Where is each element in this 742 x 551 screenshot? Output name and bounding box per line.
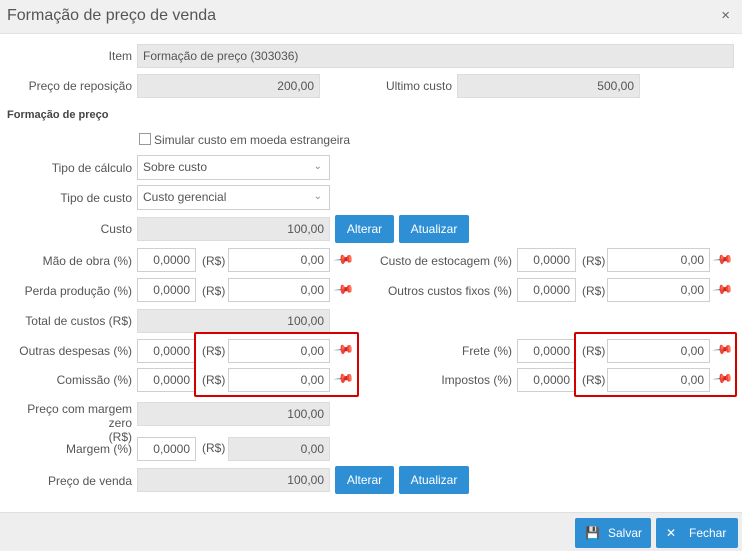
simular-label: Simular custo em moeda estrangeira	[154, 133, 351, 147]
tipo-custo-select[interactable]: Custo gerencial ⌄	[137, 185, 330, 210]
pin-icon[interactable]: 📌	[712, 279, 734, 302]
ultimo-custo-field: 500,00	[457, 74, 640, 98]
dialog-footer: 💾 Salvar ✕ Fechar	[0, 512, 742, 551]
preco-venda-alterar-button[interactable]: Alterar	[335, 466, 394, 494]
salvar-button[interactable]: 💾 Salvar	[575, 518, 651, 548]
preco-margem-zero-label-line1: Preço com margem zero	[27, 402, 132, 430]
tipo-calculo-label: Tipo de cálculo	[51, 161, 132, 175]
comissao-pct-input[interactable]: 0,0000	[137, 368, 196, 392]
margem-rs-field: 0,00	[228, 437, 330, 461]
frete-pct-input[interactable]: 0,0000	[517, 339, 576, 363]
margem-pct-input[interactable]: 0,0000	[137, 437, 196, 461]
mao-obra-rs-input[interactable]: 0,00	[228, 248, 330, 272]
outros-custos-fixos-label: Outros custos fixos (%)	[387, 284, 512, 298]
impostos-pct-input[interactable]: 0,0000	[517, 368, 576, 392]
custo-estocagem-pct-input[interactable]: 0,0000	[517, 248, 576, 272]
impostos-label: Impostos (%)	[441, 373, 512, 387]
preco-venda-atualizar-button[interactable]: Atualizar	[399, 466, 469, 494]
comissao-rs-input[interactable]: 0,00	[228, 368, 330, 392]
preco-venda-field: 100,00	[137, 468, 330, 492]
section-title: Formação de preço	[7, 109, 109, 121]
preco-reposicao-label: Preço de reposição	[28, 79, 132, 93]
preco-margem-zero-label: Preço com margem zero (R$)	[2, 402, 132, 444]
perda-producao-rs-input[interactable]: 0,00	[228, 278, 330, 302]
currency-label: (R$)	[582, 373, 606, 387]
pin-icon[interactable]: 📌	[333, 368, 355, 391]
currency-label: (R$)	[582, 344, 606, 358]
custo-field: 100,00	[137, 217, 330, 241]
mao-obra-label: Mão de obra (%)	[42, 254, 132, 268]
fechar-button[interactable]: ✕ Fechar	[656, 518, 738, 548]
currency-label: (R$)	[202, 441, 226, 455]
total-custos-label: Total de custos (R$)	[25, 314, 132, 328]
outras-despesas-label: Outras despesas (%)	[19, 344, 132, 358]
frete-label: Frete (%)	[461, 344, 512, 358]
pin-icon[interactable]: 📌	[333, 339, 355, 362]
custo-label: Custo	[100, 222, 132, 236]
tipo-calculo-value: Sobre custo	[143, 160, 208, 174]
close-icon[interactable]: ×	[721, 7, 730, 24]
dialog-title: Formação de preço de venda	[7, 7, 217, 24]
salvar-label: Salvar	[608, 526, 643, 540]
currency-label: (R$)	[582, 284, 606, 298]
preco-margem-zero-field: 100,00	[137, 402, 330, 426]
pin-icon[interactable]: 📌	[712, 249, 734, 272]
currency-label: (R$)	[202, 254, 226, 268]
total-custos-field: 100,00	[137, 309, 330, 333]
tipo-custo-value: Custo gerencial	[143, 190, 227, 204]
comissao-label: Comissão (%)	[56, 373, 132, 387]
outras-despesas-pct-input[interactable]: 0,0000	[137, 339, 196, 363]
simular-checkbox[interactable]	[139, 133, 151, 145]
currency-label: (R$)	[582, 254, 606, 268]
custo-alterar-button[interactable]: Alterar	[335, 215, 394, 243]
frete-rs-input[interactable]: 0,00	[607, 339, 710, 363]
save-icon: 💾	[585, 526, 600, 540]
close-icon: ✕	[666, 526, 677, 540]
currency-label: (R$)	[202, 284, 226, 298]
currency-label: (R$)	[202, 373, 226, 387]
item-label: Item	[108, 49, 132, 63]
currency-label: (R$)	[202, 344, 226, 358]
tipo-custo-label: Tipo de custo	[60, 191, 132, 205]
ultimo-custo-label: Ultimo custo	[385, 79, 452, 93]
outros-custos-fixos-pct-input[interactable]: 0,0000	[517, 278, 576, 302]
custo-estocagem-label: Custo de estocagem (%)	[379, 254, 512, 268]
item-field: Formação de preço (303036)	[137, 44, 734, 68]
chevron-down-icon: ⌄	[313, 191, 322, 202]
pin-icon[interactable]: 📌	[712, 368, 734, 391]
mao-obra-pct-input[interactable]: 0,0000	[137, 248, 196, 272]
outros-custos-fixos-rs-input[interactable]: 0,00	[607, 278, 710, 302]
outras-despesas-rs-input[interactable]: 0,00	[228, 339, 330, 363]
impostos-rs-input[interactable]: 0,00	[607, 368, 710, 392]
perda-producao-label: Perda produção (%)	[24, 284, 132, 298]
pin-icon[interactable]: 📌	[712, 339, 734, 362]
fechar-label: Fechar	[689, 526, 727, 540]
custo-estocagem-rs-input[interactable]: 0,00	[607, 248, 710, 272]
custo-atualizar-button[interactable]: Atualizar	[399, 215, 469, 243]
chevron-down-icon: ⌄	[313, 161, 322, 172]
preco-venda-label: Preço de venda	[47, 474, 132, 488]
margem-label: Margem (%)	[65, 442, 132, 456]
preco-reposicao-field: 200,00	[137, 74, 320, 98]
perda-producao-pct-input[interactable]: 0,0000	[137, 278, 196, 302]
dialog-header: Formação de preço de venda ×	[0, 0, 742, 34]
tipo-calculo-select[interactable]: Sobre custo ⌄	[137, 155, 330, 180]
